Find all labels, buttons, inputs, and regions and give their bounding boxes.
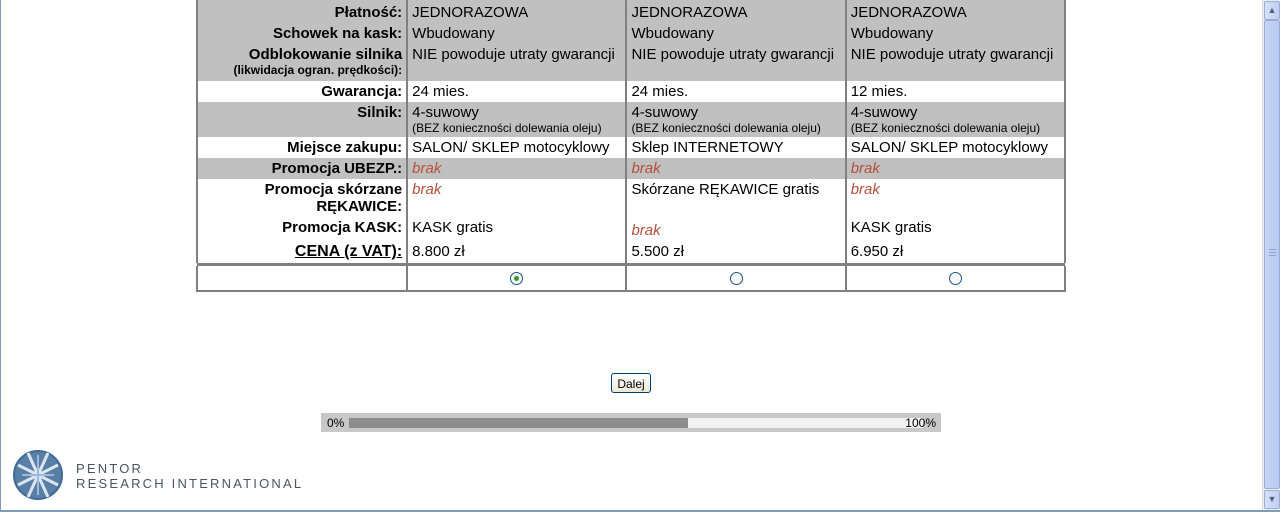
scrollbar-thumb[interactable]	[1264, 20, 1280, 489]
table-row-selection	[195, 266, 1067, 292]
cell-option-2: 4-suwowy (BEZ konieczności dolewania ole…	[625, 102, 846, 137]
scroll-down-arrow-icon[interactable]: ▼	[1264, 490, 1280, 509]
progress-fill	[349, 418, 688, 428]
cell-option-3: 12 mies.	[844, 81, 1067, 102]
logo-line-1: PENTOR	[76, 461, 144, 476]
cell-radio-3[interactable]	[844, 266, 1067, 292]
row-label: Gwarancja:	[195, 81, 408, 102]
cell-option-3: NIE powoduje utraty gwarancji	[844, 44, 1067, 81]
scroll-up-arrow-icon[interactable]: ▲	[1264, 1, 1280, 20]
row-label-main: Odblokowanie silnika	[248, 46, 403, 63]
cell-option-3: Wbudowany	[844, 23, 1067, 44]
cell-note: (BEZ konieczności dolewania oleju)	[850, 121, 1041, 135]
row-label: Silnik:	[195, 102, 408, 137]
progress-max-label: 100%	[905, 416, 936, 430]
cell-option-1: NIE powoduje utraty gwarancji	[406, 44, 627, 81]
row-label: Miejsce zakupu:	[195, 137, 408, 158]
table-row-gwarancja: Gwarancja: 24 mies. 24 mies. 12 mies.	[195, 81, 1067, 102]
next-button[interactable]: Dalej	[611, 373, 651, 393]
cell-radio-1[interactable]	[406, 266, 627, 292]
cell-option-3: brak	[844, 158, 1067, 179]
cell-option-3: 6.950 zł	[844, 241, 1067, 263]
cell-option-2: Skórzane RĘKAWICE gratis	[625, 179, 846, 217]
cell-option-1: 8.800 zł	[406, 241, 627, 263]
cell-option-3: brak	[844, 179, 1067, 217]
cell-text: 4-suwowy	[412, 104, 479, 121]
grip-line	[1269, 255, 1276, 256]
cell-option-2: Sklep INTERNETOWY	[625, 137, 846, 158]
option-2-radio[interactable]	[729, 272, 743, 286]
row-label: Schowek na kask:	[195, 23, 408, 44]
row-label: Promocja skórzane RĘKAWICE:	[195, 179, 408, 217]
row-label-empty	[195, 266, 408, 292]
vertical-scrollbar[interactable]: ▲ ▼	[1262, 0, 1280, 510]
cell-option-3: KASK gratis	[844, 217, 1067, 241]
cell-text: JEDNORAZOWA	[631, 4, 748, 21]
cell-option-1: 24 mies.	[406, 81, 627, 102]
cell-option-2: 24 mies.	[625, 81, 846, 102]
progress-min-label: 0%	[327, 416, 345, 430]
cell-option-2: brak	[625, 217, 846, 241]
row-label: Płatność:	[195, 0, 408, 23]
cell-option-2: Wbudowany	[625, 23, 846, 44]
row-label: CENA (z VAT):	[195, 241, 408, 263]
cell-option-1: brak	[406, 158, 627, 179]
row-label-sub: (likwidacja ogran. prędkości):	[233, 63, 403, 77]
table-row-cena: CENA (z VAT): 8.800 zł 5.500 zł 6.950 zł	[195, 241, 1067, 263]
grip-line	[1269, 249, 1276, 250]
progress-bar: 0% 100%	[321, 413, 941, 432]
option-3-radio[interactable]	[948, 272, 962, 286]
row-label: Promocja KASK:	[195, 217, 408, 241]
cell-option-1: JEDNORAZOWA	[406, 0, 627, 23]
table-row-miejsce-zakupu: Miejsce zakupu: SALON/ SKLEP motocyklowy…	[195, 137, 1067, 158]
option-1-radio[interactable]	[510, 272, 524, 286]
cell-radio-2[interactable]	[625, 266, 846, 292]
cell-option-3: JEDNORAZOWA	[844, 0, 1067, 23]
row-label: Odblokowanie silnika (likwidacja ogran. …	[195, 44, 408, 81]
pentor-logo-text: PENTOR RESEARCH INTERNATIONAL	[76, 461, 303, 491]
table-row-schowek: Schowek na kask: Wbudowany Wbudowany Wbu…	[195, 23, 1067, 44]
cell-note: (BEZ konieczności dolewania oleju)	[412, 121, 602, 135]
table-row-promocja-kask: Promocja KASK: KASK gratis brak KASK gra…	[195, 217, 1067, 241]
cell-note: (BEZ konieczności dolewania oleju)	[631, 121, 821, 135]
cell-text: 4-suwowy	[850, 104, 918, 121]
row-label: Promocja UBEZP.:	[195, 158, 408, 179]
logo-line-2: RESEARCH INTERNATIONAL	[76, 476, 304, 491]
comparison-table: Płatność: JEDNORAZOWA JEDNORAZOWA JEDNOR…	[195, 0, 1067, 292]
cell-option-2: JEDNORAZOWA	[625, 0, 846, 23]
cell-option-2: 5.500 zł	[625, 241, 846, 263]
table-row-platnosc: Płatność: JEDNORAZOWA JEDNORAZOWA JEDNOR…	[195, 0, 1067, 23]
table-row-promocja-rekawice: Promocja skórzane RĘKAWICE: brak Skórzan…	[195, 179, 1067, 217]
price-label: CENA (z VAT):	[294, 243, 403, 260]
progress-track	[349, 418, 923, 428]
cell-option-3: SALON/ SKLEP motocyklowy	[844, 137, 1067, 158]
cell-option-1: Wbudowany	[406, 23, 627, 44]
cell-option-1: KASK gratis	[406, 217, 627, 241]
cell-option-3: 4-suwowy (BEZ konieczności dolewania ole…	[844, 102, 1067, 137]
cell-text: JEDNORAZOWA	[412, 4, 529, 21]
cell-option-1: SALON/ SKLEP motocyklowy	[406, 137, 627, 158]
table-row-promocja-ubezp: Promocja UBEZP.: brak brak brak	[195, 158, 1067, 179]
cell-option-1: brak	[406, 179, 627, 217]
window-left-border	[0, 0, 1, 512]
grip-line	[1269, 252, 1276, 253]
table-row-silnik: Silnik: 4-suwowy (BEZ konieczności dolew…	[195, 102, 1067, 137]
pentor-logo-icon	[13, 450, 63, 500]
table-row-odblokowanie: Odblokowanie silnika (likwidacja ogran. …	[195, 44, 1067, 81]
cell-option-2: NIE powoduje utraty gwarancji	[625, 44, 846, 81]
cell-option-1: 4-suwowy (BEZ konieczności dolewania ole…	[406, 102, 627, 137]
cell-text: JEDNORAZOWA	[850, 4, 967, 21]
cell-text: 4-suwowy	[631, 104, 699, 121]
cell-option-2: brak	[625, 158, 846, 179]
